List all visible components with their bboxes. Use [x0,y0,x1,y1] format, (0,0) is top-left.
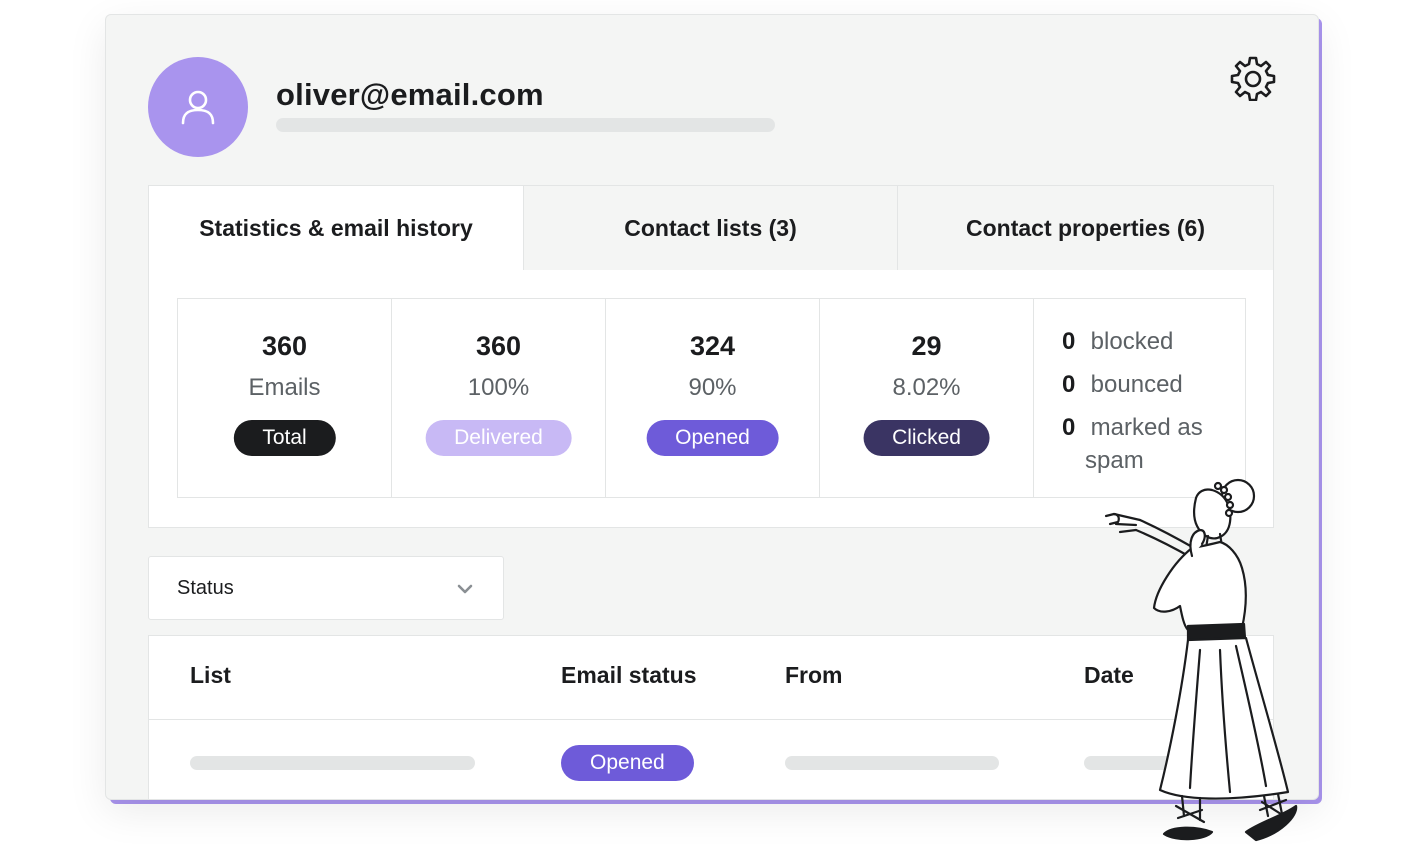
avatar [148,57,248,157]
list-placeholder [190,756,475,770]
negative-spam: 0 marked as [1062,414,1203,442]
negative-bounced: 0 bounced [1062,371,1183,399]
tab-contact-properties[interactable]: Contact properties (6) [898,186,1273,270]
tab-statistics[interactable]: Statistics & email history [149,186,524,270]
stat-opened: 324 90% Opened [606,299,820,497]
tab-bar: Statistics & email history Contact lists… [148,185,1274,271]
column-header-from[interactable]: From [785,662,843,689]
contact-subtitle-placeholder [276,118,775,132]
negative-count: 0 [1062,371,1076,398]
stat-value: 360 [261,331,308,361]
status-filter-label: Status [177,577,234,599]
stat-label: Emails [248,374,321,401]
status-badge-total: Total [233,420,336,456]
woman-pointing-illustration [1104,478,1298,842]
negative-blocked: 0 blocked [1062,328,1173,356]
stat-label: 90% [688,374,737,401]
status-badge-opened: Opened [561,745,694,781]
column-header-list[interactable]: List [190,662,231,689]
tab-contact-lists[interactable]: Contact lists (3) [524,186,898,270]
from-placeholder [785,756,999,770]
stat-total: 360 Emails Total [178,299,392,497]
user-icon [181,90,215,125]
column-header-email-status[interactable]: Email status [561,662,697,689]
contact-email: oliver@email.com [276,77,544,112]
negative-count: 0 [1062,328,1076,355]
chevron-down-icon [457,584,473,594]
settings-button[interactable] [1230,55,1276,102]
stat-value: 29 [911,331,942,361]
stat-label: 100% [467,374,530,401]
status-badge-delivered: Delivered [425,420,572,456]
status-badge-clicked: Clicked [863,420,990,456]
stat-label: 8.02% [892,374,961,401]
stat-negatives: 0 blocked 0 bounced 0 marked as spam [1034,299,1245,497]
negative-label: blocked [1090,328,1174,355]
stat-value: 324 [689,331,736,361]
stat-clicked: 29 8.02% Clicked [820,299,1034,497]
negative-label: marked as [1090,414,1203,441]
stat-value: 360 [475,331,522,361]
status-filter-dropdown[interactable]: Status [148,556,504,620]
stat-delivered: 360 100% Delivered [392,299,606,497]
status-badge-opened: Opened [646,420,779,456]
gear-icon [1230,56,1276,102]
negative-count: 0 [1062,414,1076,441]
negative-label: bounced [1090,371,1183,398]
stats-grid: 360 Emails Total 360 100% Delivered 324 … [177,298,1246,498]
